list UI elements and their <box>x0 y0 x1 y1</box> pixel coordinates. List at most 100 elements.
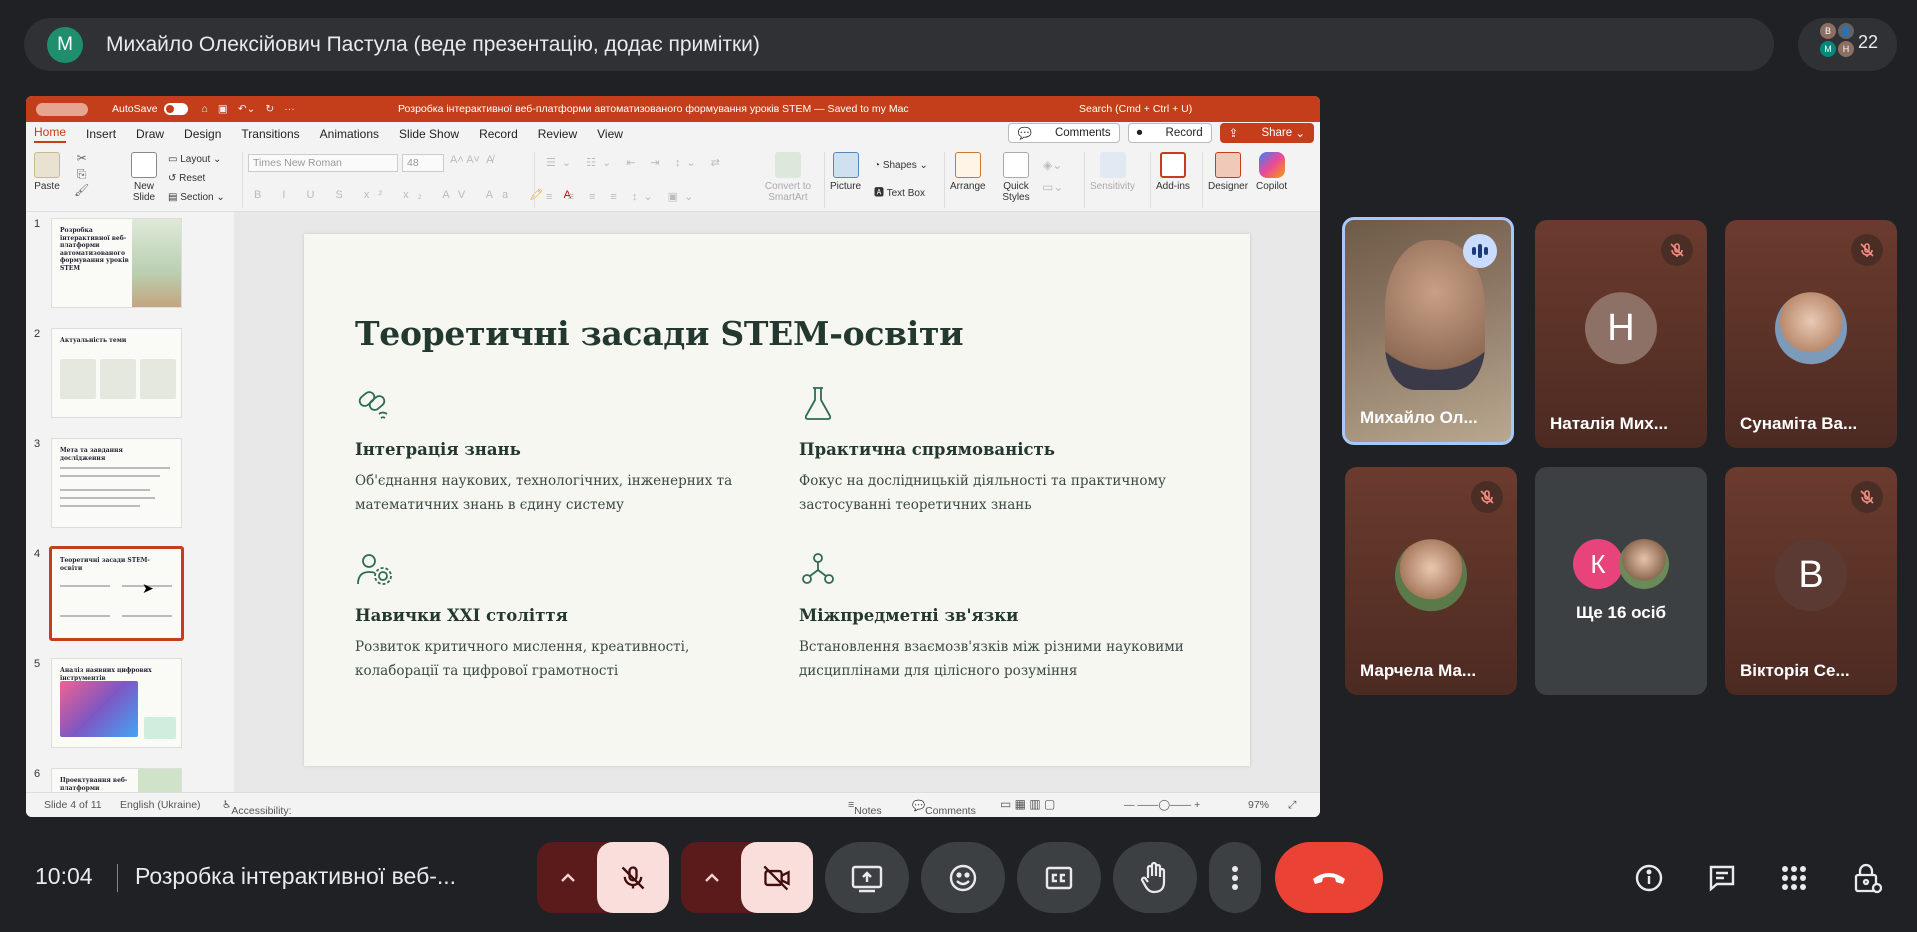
meeting-info-button[interactable] <box>1631 860 1667 896</box>
search-input[interactable]: Search (Cmd + Ctrl + U) <box>1079 103 1192 115</box>
participant-tile[interactable]: В Вікторія Се... <box>1725 467 1897 695</box>
mic-options-button[interactable] <box>537 842 599 913</box>
convert-smartart-button[interactable]: Convert to SmartArt <box>758 152 818 203</box>
slide-thumb-3[interactable]: Мета та завдання дослідження <box>51 438 182 528</box>
hand-icon <box>1140 861 1166 893</box>
tab-design[interactable]: Design <box>184 127 221 141</box>
share-button[interactable]: ⇪ Share ⌄ <box>1219 123 1314 143</box>
activities-button[interactable] <box>1776 860 1812 896</box>
camera-options-button[interactable] <box>681 842 743 913</box>
present-screen-button[interactable] <box>825 842 909 913</box>
new-slide-button[interactable]: New Slide <box>124 152 164 203</box>
list-buttons[interactable]: ☰⌄ ☷⌄ ⇤ ⇥ ↕⌄ ⇄ <box>546 156 726 169</box>
thumb-title: Мета та завдання дослідження <box>60 447 123 462</box>
zoom-slider[interactable]: — ——◯—— + <box>1124 799 1200 811</box>
camera-off-icon <box>763 865 790 890</box>
record-button[interactable]: ⏺ Record <box>1127 123 1212 143</box>
tab-animations[interactable]: Animations <box>320 127 379 141</box>
autosave-toggle[interactable] <box>163 103 188 115</box>
tab-record[interactable]: Record <box>479 127 518 141</box>
reset-button[interactable]: ↺ Reset <box>168 169 225 188</box>
tab-review[interactable]: Review <box>538 127 577 141</box>
align-buttons[interactable]: ≡ ≡ ≡ ≡ ↕⌄ ▣⌄ <box>546 190 699 203</box>
language-status[interactable]: English (Ukraine) <box>120 799 201 811</box>
copilot-button[interactable]: Copilot <box>1256 152 1287 192</box>
zoom-level[interactable]: 97% <box>1248 799 1269 811</box>
captions-icon <box>1045 866 1073 889</box>
leave-call-button[interactable] <box>1275 842 1383 913</box>
layout-button[interactable]: ▭ Layout ⌄ <box>168 150 225 169</box>
insert-shapes-group: ◔ Shapes ⌄ 🅰 Text Box <box>874 152 928 208</box>
slide-thumb-2[interactable]: Актуальність теми <box>51 328 182 418</box>
clipboard-icon <box>34 152 60 178</box>
tab-insert[interactable]: Insert <box>86 127 116 141</box>
emoji-reactions-button[interactable] <box>921 842 1005 913</box>
thumb-number: 3 <box>34 438 41 450</box>
text-format-buttons[interactable]: B I U S x² x₂ AV Aa 🖍 A <box>254 188 580 201</box>
host-controls-button[interactable] <box>1849 860 1885 896</box>
font-size-controls[interactable]: A˄ A˅ A̸ <box>450 154 493 166</box>
present-screen-icon <box>851 865 883 892</box>
emoji-icon <box>949 864 977 891</box>
font-family-select[interactable]: Times New Roman <box>248 154 398 172</box>
addins-button[interactable]: Add-ins <box>1156 152 1190 192</box>
raise-hand-button[interactable] <box>1113 842 1197 913</box>
mic-toggle-button[interactable] <box>597 842 669 913</box>
tab-transitions[interactable]: Transitions <box>241 127 299 141</box>
chat-button[interactable] <box>1704 860 1740 896</box>
view-buttons[interactable]: ▭ ▦ ▥ ▢ <box>1000 797 1055 811</box>
clipboard-tools[interactable]: ✂ ⎘ 🖌 <box>74 150 89 198</box>
slide-canvas[interactable]: Теоретичні засади STEM-освіти Інтеграція… <box>142 212 1320 792</box>
participant-tile[interactable]: Марчела Ма... <box>1345 467 1517 695</box>
font-size-select[interactable]: 48 <box>402 154 444 172</box>
slide-thumb-5[interactable]: Аналіз наявних цифрових інструментів <box>51 658 182 748</box>
undo-icon[interactable]: ↶⌄ <box>238 103 256 115</box>
captions-button[interactable] <box>1017 842 1101 913</box>
save-icon[interactable]: ▣ <box>218 103 228 115</box>
participant-tile[interactable]: Сунаміта Ва... <box>1725 220 1897 448</box>
slide-thumb-1[interactable]: Розробка інтерактивної веб-платформи авт… <box>51 218 182 308</box>
home-icon[interactable]: ⌂ <box>202 103 208 115</box>
thumb-number: 5 <box>34 658 41 670</box>
participant-tile-speaker[interactable]: Михайло Ол... <box>1342 217 1514 445</box>
mini-avatar: 👤 <box>1838 23 1854 39</box>
textbox-button[interactable]: 🅰 Text Box <box>874 180 928 208</box>
slide-title: Теоретичні засади STEM-освіти <box>355 314 964 353</box>
more-icon[interactable]: ··· <box>284 103 295 115</box>
shared-screen-powerpoint: AutoSave ⌂ ▣ ↶⌄ ↻ ··· Розробка інтеракти… <box>26 96 1320 817</box>
camera-toggle-button[interactable] <box>741 842 813 913</box>
slide-thumb-6[interactable]: Проектування веб-платформи <box>51 768 182 792</box>
mini-avatar: B <box>1820 23 1836 39</box>
feature-practical: Практична спрямованість Фокус на дослідн… <box>799 384 1219 517</box>
quick-styles-button[interactable]: Quick Styles <box>996 152 1036 203</box>
tab-view[interactable]: View <box>597 127 623 141</box>
shape-fill-tools[interactable]: ◈⌄ ▭⌄ <box>1042 154 1063 198</box>
section-button[interactable]: ▤ Section ⌄ <box>168 188 225 207</box>
fit-slide-icon[interactable]: ⤢ <box>1288 799 1296 812</box>
participant-tile[interactable]: Н Наталія Мих... <box>1535 220 1707 448</box>
quick-styles-icon <box>1003 152 1029 178</box>
slide-thumb-4-selected[interactable]: Теоретичні засади STEM-освіти <box>49 546 184 641</box>
participants-button[interactable]: B 👤 M H 22 <box>1798 18 1897 71</box>
tab-slide-show[interactable]: Slide Show <box>399 127 459 141</box>
shapes-button[interactable]: ◔ Shapes ⌄ <box>874 152 928 180</box>
more-participants-tile[interactable]: К Ще 16 осіб <box>1535 467 1707 695</box>
picture-button[interactable]: Picture <box>830 152 861 192</box>
comments-button[interactable]: 💬 Comments <box>1008 123 1120 143</box>
current-slide[interactable]: Теоретичні засади STEM-освіти Інтеграція… <box>304 234 1250 766</box>
ribbon: Paste ✂ ⎘ 🖌 New Slide ▭ Layout ⌄ ↺ Reset ▤… <box>26 146 1320 212</box>
designer-button[interactable]: Designer <box>1208 152 1248 192</box>
window-controls[interactable] <box>36 102 88 116</box>
redo-icon[interactable]: ↻ <box>265 103 274 115</box>
status-comments-button[interactable]: 💬 Comments <box>912 799 976 817</box>
presenter-avatar: M <box>47 26 83 63</box>
participant-name: Михайло Ол... <box>1360 408 1478 427</box>
arrange-button[interactable]: Arrange <box>950 152 986 192</box>
notes-button[interactable]: ≡ Notes <box>848 799 882 817</box>
accessibility-status[interactable]: ♿ Accessibility: Investigate <box>222 799 292 817</box>
sensitivity-button[interactable]: Sensitivity <box>1090 152 1135 192</box>
paste-button[interactable]: Paste <box>34 152 60 192</box>
more-options-button[interactable] <box>1209 842 1261 913</box>
tab-home[interactable]: Home <box>34 125 67 143</box>
tab-draw[interactable]: Draw <box>136 127 164 141</box>
